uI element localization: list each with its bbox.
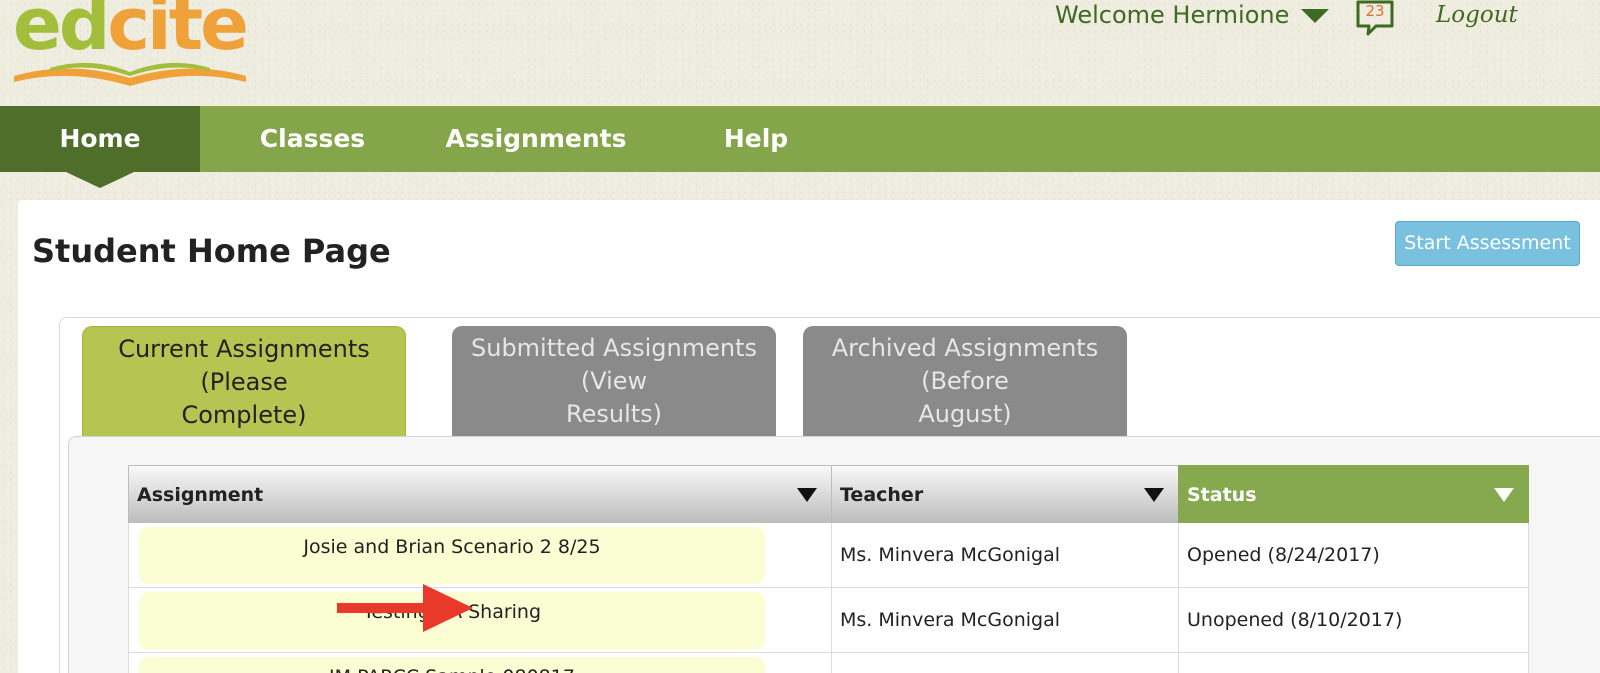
- column-assignment[interactable]: Assignment: [128, 465, 831, 523]
- status-cell: Opened (8/24/2017): [1178, 523, 1529, 588]
- column-label: Assignment: [137, 484, 264, 506]
- column-label: Status: [1187, 484, 1257, 506]
- edcite-logo[interactable]: edcite: [10, 0, 249, 92]
- sort-desc-icon[interactable]: [1494, 488, 1514, 502]
- nav-home[interactable]: Home: [0, 106, 200, 188]
- tab-label-line: (Before: [921, 367, 1009, 395]
- caret-down-icon[interactable]: [1301, 9, 1330, 23]
- nav-classes[interactable]: Classes: [200, 106, 425, 172]
- tab-label-line: (View: [580, 367, 648, 395]
- assignments-table: Assignment Teacher Status Josie and Bria: [128, 465, 1529, 673]
- tab-label-line: Current Assignments: [118, 335, 370, 363]
- tab-label-line: August): [918, 400, 1012, 428]
- teacher-cell: Ms. Minvera McGonigal: [831, 523, 1178, 588]
- tab-label-line: Submitted Assignments: [471, 334, 757, 362]
- teacher-cell: Ms. Minvera McGonigal: [831, 588, 1178, 653]
- table-row: IM PARCC Sample 080817: [128, 653, 1529, 673]
- page-title: Student Home Page: [32, 232, 391, 270]
- tab-current-assignments[interactable]: Current Assignments (Please Complete): [82, 326, 406, 436]
- main-panel: Student Home Page Start Assessment Curre…: [18, 200, 1600, 673]
- nav-help[interactable]: Help: [647, 106, 865, 172]
- welcome-text: Welcome Hermione: [1055, 1, 1290, 29]
- tab-label-line: Complete): [181, 401, 307, 429]
- start-assessment-button[interactable]: Start Assessment: [1395, 221, 1580, 266]
- status-cell: [1178, 653, 1529, 673]
- column-label: Teacher: [840, 484, 924, 506]
- nav-assignments[interactable]: Assignments: [425, 106, 647, 172]
- sort-desc-icon[interactable]: [797, 488, 817, 502]
- table-header: Assignment Teacher Status: [128, 465, 1529, 523]
- teacher-cell: [831, 653, 1178, 673]
- tab-label-line: Results): [565, 400, 663, 428]
- sort-desc-icon[interactable]: [1144, 488, 1164, 502]
- red-arrow-icon: [337, 584, 473, 632]
- tab-label-line: Archived Assignments: [831, 334, 1099, 362]
- welcome-menu[interactable]: Welcome Hermione: [1055, 0, 1330, 30]
- status-cell: Unopened (8/10/2017): [1178, 588, 1529, 653]
- logo-book-icon: [14, 62, 246, 86]
- assignment-link[interactable]: Josie and Brian Scenario 2 8/25: [139, 527, 765, 584]
- table-row: Josie and Brian Scenario 2 8/25 Ms. Minv…: [128, 523, 1529, 588]
- tab-label-line: (Please: [200, 368, 288, 396]
- tab-submitted-assignments[interactable]: Submitted Assignments (View Results): [452, 326, 776, 436]
- column-teacher[interactable]: Teacher: [831, 465, 1178, 523]
- assignments-table-container: Assignment Teacher Status Josie and Bria: [68, 436, 1600, 673]
- messages-button[interactable]: 23: [1356, 0, 1396, 38]
- assignment-link[interactable]: IM PARCC Sample 080817: [139, 657, 765, 673]
- tab-archived-assignments[interactable]: Archived Assignments (Before August): [803, 326, 1127, 436]
- column-status[interactable]: Status: [1178, 465, 1529, 523]
- message-count: 23: [1365, 2, 1385, 20]
- assignment-tabs: Current Assignments (Please Complete) Su…: [59, 317, 1600, 673]
- main-nav: Home Classes Assignments Help: [0, 106, 1600, 188]
- logout-link[interactable]: Logout: [1436, 0, 1518, 30]
